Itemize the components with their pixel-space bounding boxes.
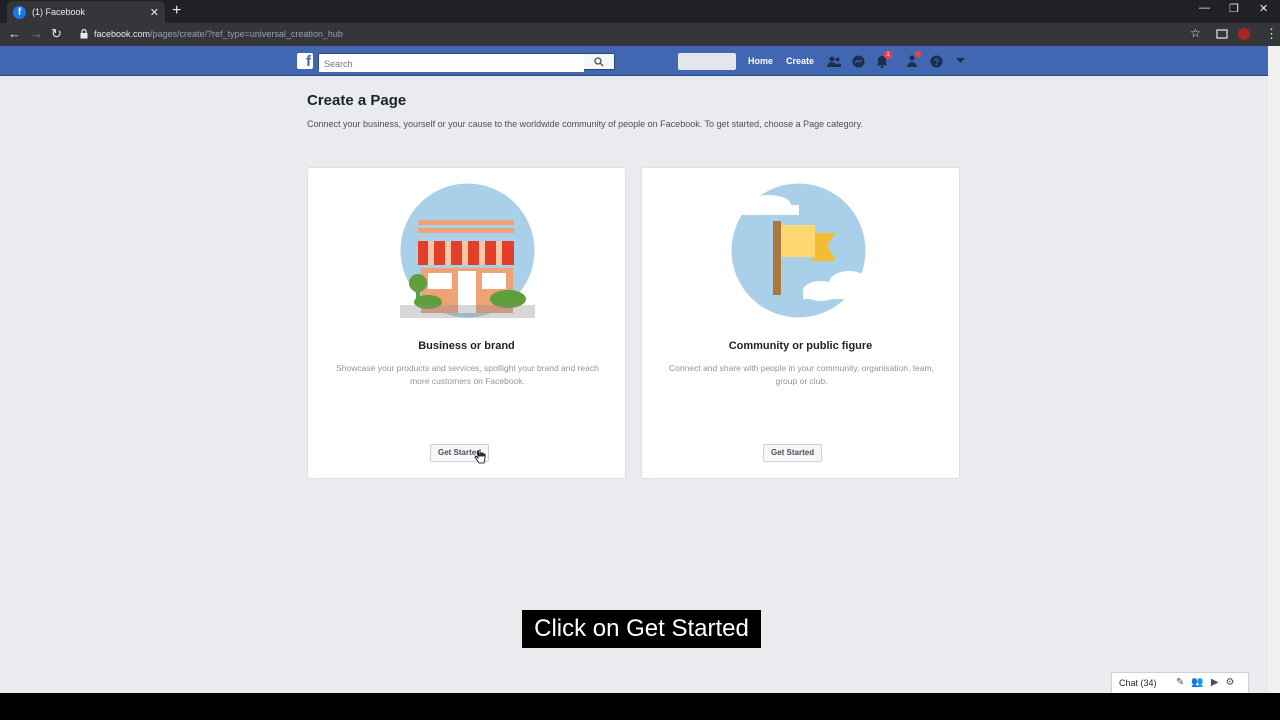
card-title: Community or public figure: [728, 340, 873, 352]
restore-icon[interactable]: ❐: [1229, 2, 1239, 15]
close-window-icon[interactable]: ✕: [1259, 2, 1268, 15]
storefront-illustration-icon: [400, 183, 535, 318]
groups-icon[interactable]: [905, 51, 921, 68]
cast-icon[interactable]: [1216, 29, 1228, 39]
page-subtitle: Connect your business, yourself or your …: [307, 119, 863, 129]
new-message-icon[interactable]: ✎: [1176, 677, 1184, 688]
facebook-favicon-icon: f: [13, 5, 26, 19]
profile-button[interactable]: [678, 53, 736, 70]
search-icon: [594, 56, 604, 66]
page-content: f Home Create 1 ?: [0, 46, 1268, 693]
lock-icon: [80, 29, 88, 39]
back-arrow-icon[interactable]: ←: [8, 26, 21, 41]
help-icon[interactable]: ?: [929, 54, 943, 68]
account-menu-chevron-icon[interactable]: [953, 54, 967, 68]
browser-tab-strip: f (1) Facebook ✕ + — ❐ ✕: [0, 0, 1280, 23]
close-tab-icon[interactable]: ✕: [150, 6, 159, 19]
video-call-icon[interactable]: ▶: [1211, 677, 1219, 688]
search-input[interactable]: [319, 56, 584, 72]
bottom-letterbox: [0, 693, 1280, 720]
url-host: facebook.com: [94, 29, 151, 39]
flag-illustration-icon: [731, 183, 866, 318]
notification-badge: 1: [884, 51, 892, 59]
new-tab-icon[interactable]: +: [172, 2, 181, 20]
minimize-icon[interactable]: —: [1199, 2, 1210, 14]
facebook-header: f Home Create 1 ?: [0, 46, 1268, 76]
search-button[interactable]: [584, 54, 614, 69]
friends-icon[interactable]: [827, 54, 841, 68]
groups-badge: [915, 51, 921, 57]
forward-arrow-icon[interactable]: →: [30, 26, 43, 41]
facebook-logo-icon[interactable]: f: [297, 53, 313, 69]
address-bar: ← → ↻ facebook.com/pages/create/?ref_typ…: [0, 23, 1280, 46]
card-title: Business or brand: [418, 340, 515, 352]
url-field[interactable]: facebook.com/pages/create/?ref_type=univ…: [94, 29, 343, 39]
card-description: Showcase your products and services, spo…: [336, 363, 599, 386]
menu-kebab-icon[interactable]: ⋮: [1265, 26, 1278, 42]
create-link[interactable]: Create: [786, 56, 814, 66]
chat-icons: ✎ 👥 ▶ ⚙: [1176, 677, 1235, 688]
svg-text:?: ?: [933, 57, 939, 67]
community-get-started-button[interactable]: Get Started: [763, 444, 823, 462]
search-box: [318, 53, 615, 72]
card-description: Connect and share with people in your co…: [669, 363, 934, 386]
mouse-cursor-icon: [474, 449, 486, 464]
url-path: /pages/create/?ref_type=universal_creati…: [150, 29, 343, 39]
chat-settings-gear-icon[interactable]: ⚙: [1226, 677, 1235, 688]
business-brand-card: Business or brand Showcase your products…: [307, 167, 626, 479]
bookmark-star-icon[interactable]: ☆: [1190, 26, 1201, 40]
new-group-icon[interactable]: 👥: [1191, 677, 1203, 688]
page-title: Create a Page: [307, 92, 407, 109]
reload-icon[interactable]: ↻: [51, 26, 62, 42]
messenger-icon[interactable]: [851, 54, 865, 68]
home-link[interactable]: Home: [748, 56, 773, 66]
chat-sidebar-bar[interactable]: Chat (34) ✎ 👥 ▶ ⚙: [1111, 672, 1249, 693]
page-scrollbar[interactable]: [1268, 46, 1280, 693]
extension-icon[interactable]: [1238, 28, 1250, 40]
chat-label: Chat (34): [1119, 678, 1157, 688]
tutorial-caption: Click on Get Started: [522, 610, 761, 648]
browser-tab[interactable]: f (1) Facebook ✕: [7, 1, 165, 23]
notifications-bell-icon[interactable]: 1: [875, 51, 892, 68]
community-public-figure-card: Community or public figure Connect and s…: [641, 167, 960, 479]
tab-title: (1) Facebook: [32, 7, 86, 17]
